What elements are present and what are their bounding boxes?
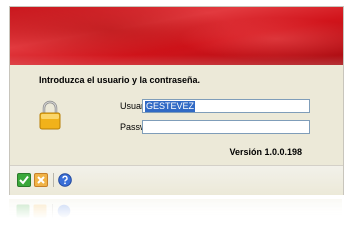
- close-icon[interactable]: [34, 173, 48, 187]
- username-input[interactable]: GESTEVEZ: [142, 99, 310, 113]
- help-icon-reflection: [57, 204, 71, 218]
- toolbar: [10, 166, 343, 195]
- toolbar-separator: [53, 173, 54, 187]
- password-input[interactable]: [142, 120, 310, 134]
- separator-reflection: [52, 204, 53, 218]
- login-prompt: Introduzca el usuario y la contraseña.: [39, 75, 201, 85]
- check-icon-reflection: [16, 204, 30, 218]
- close-icon-reflection: [33, 204, 47, 218]
- login-dialog: Introduzca el usuario y la contraseña. U…: [9, 6, 344, 195]
- check-icon[interactable]: [17, 173, 31, 187]
- header-banner: [10, 7, 343, 65]
- username-value: GESTEVEZ: [145, 101, 196, 112]
- lock-icon: [39, 100, 61, 130]
- version-label: Versión 1.0.0.198: [229, 147, 302, 157]
- toolbar-reflection: [9, 199, 342, 219]
- help-icon[interactable]: [58, 173, 72, 187]
